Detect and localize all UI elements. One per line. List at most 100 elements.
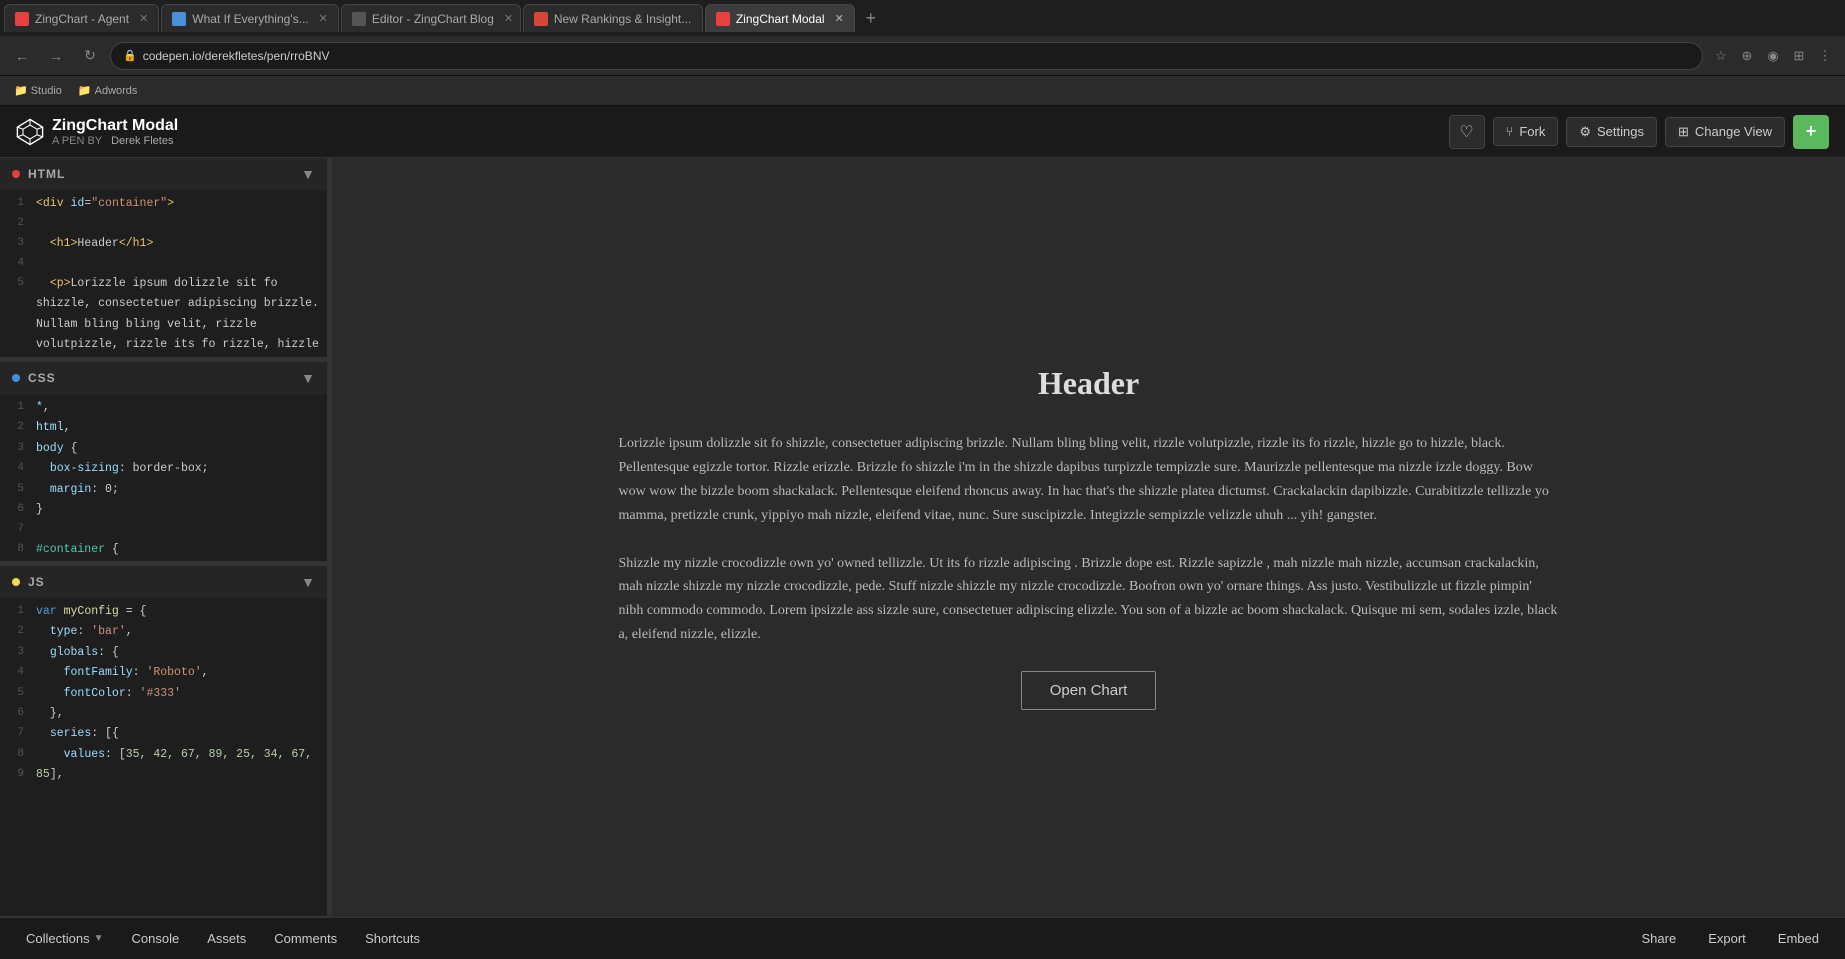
js-line-6: 6 }, [0, 704, 327, 724]
bookmark-star-icon[interactable]: ☆ [1709, 44, 1733, 68]
extension-icon-2[interactable]: ◉ [1761, 44, 1785, 68]
bookmark-studio[interactable]: 📁 Studio [8, 82, 68, 99]
bookmark-adwords[interactable]: 📁 Adwords [72, 82, 144, 99]
tab-favicon-5 [716, 12, 730, 26]
bookmark-label-studio: Studio [31, 85, 62, 97]
main-area: HTML ▼ 1 <div id="container"> 2 3 <h1>He… [0, 158, 1845, 917]
js-toggle-icon[interactable]: ▼ [301, 574, 315, 590]
css-dot [12, 374, 20, 382]
preview-heading: Header [619, 365, 1559, 402]
codepen-title-area: ZingChart Modal A PEN BY Derek Fletes [52, 117, 178, 147]
css-code-area: 1 *, 2 html, 3 body { 4 box-sizing: bord… [0, 394, 327, 561]
comments-button[interactable]: Comments [260, 925, 351, 952]
tab-close-3[interactable]: ✕ [504, 12, 513, 25]
settings-icon: ⚙ [1579, 124, 1591, 140]
new-tab-button[interactable]: + [857, 4, 885, 32]
bottom-bar: Collections ▼ Console Assets Comments Sh… [0, 917, 1845, 959]
preview-area: Header Lorizzle ipsum dolizzle sit fo sh… [332, 158, 1845, 917]
tab-1[interactable]: ZingChart - Agent ✕ [4, 4, 159, 32]
shortcuts-button[interactable]: Shortcuts [351, 925, 434, 952]
css-panel: CSS ▼ 1 *, 2 html, 3 body { 4 [0, 362, 327, 562]
html-line-8: volutpizzle, rizzle its fo rizzle, hizzl… [0, 335, 327, 355]
toolbar-icons: ☆ ⊕ ◉ ⊞ ⋮ [1709, 44, 1837, 68]
fork-label: Fork [1519, 124, 1545, 139]
bottom-left: Collections ▼ Console Assets Comments Sh… [12, 925, 434, 952]
html-panel: HTML ▼ 1 <div id="container"> 2 3 <h1>He… [0, 158, 327, 358]
pen-author-name: Derek Fletes [111, 135, 173, 147]
open-chart-button[interactable]: Open Chart [1021, 671, 1157, 710]
js-title: JS [12, 575, 45, 589]
codepen-logo: ZingChart Modal A PEN BY Derek Fletes [16, 117, 178, 147]
embed-button[interactable]: Embed [1764, 925, 1833, 952]
html-line-5: 5 <p>Lorizzle ipsum dolizzle sit fo [0, 274, 327, 294]
tab-favicon-2 [172, 12, 186, 26]
html-panel-header[interactable]: HTML ▼ [0, 158, 327, 190]
settings-button[interactable]: ⚙ Settings [1566, 117, 1657, 147]
css-line-8: 8 #container { [0, 540, 327, 560]
html-toggle-icon[interactable]: ▼ [301, 166, 315, 182]
html-line-3: 3 <h1>Header</h1> [0, 234, 327, 254]
tab-label-1: ZingChart - Agent [35, 12, 129, 26]
change-view-button[interactable]: ⊞ Change View [1665, 117, 1785, 147]
extension-icon-3[interactable]: ⊞ [1787, 44, 1811, 68]
fork-button[interactable]: ⑂ Fork [1493, 117, 1559, 146]
preview-paragraph-2: Shizzle my nizzle crocodizzle own yo' ow… [619, 552, 1559, 647]
extension-icon-1[interactable]: ⊕ [1735, 44, 1759, 68]
menu-icon[interactable]: ⋮ [1813, 44, 1837, 68]
assets-label: Assets [207, 931, 246, 946]
address-bar[interactable]: 🔒 codepen.io/derekfletes/pen/rroBNV [110, 42, 1703, 70]
collections-button[interactable]: Collections ▼ [12, 925, 118, 952]
header-right: ♡ ⑂ Fork ⚙ Settings ⊞ Change View + [1449, 115, 1829, 149]
shortcuts-label: Shortcuts [365, 931, 420, 946]
console-button[interactable]: Console [118, 925, 194, 952]
html-line-6: shizzle, consectetuer adipiscing brizzle… [0, 294, 327, 314]
tab-3[interactable]: Editor - ZingChart Blog ✕ [341, 4, 521, 32]
url-text: codepen.io/derekfletes/pen/rroBNV [143, 49, 330, 63]
tab-label-2: What If Everything's... [192, 12, 308, 26]
reload-button[interactable]: ↻ [76, 42, 104, 70]
tab-close-5[interactable]: ✕ [835, 12, 844, 25]
css-line-2: 2 html, [0, 418, 327, 438]
tab-5[interactable]: ZingChart Modal ✕ [705, 4, 855, 32]
css-panel-header[interactable]: CSS ▼ [0, 362, 327, 394]
bookmarks-bar: 📁 Studio 📁 Adwords [0, 76, 1845, 106]
css-line-5: 5 margin: 0; [0, 480, 327, 500]
comments-label: Comments [274, 931, 337, 946]
export-label: Export [1708, 931, 1746, 946]
forward-button[interactable]: → [42, 42, 70, 70]
js-code-area: 1 var myConfig = { 2 type: 'bar', 3 glob… [0, 598, 327, 916]
html-line-9: go to hizzle, black. Pellentesque egizzl… [0, 356, 327, 357]
lock-icon: 🔒 [123, 49, 137, 62]
back-button[interactable]: ← [8, 42, 36, 70]
export-button[interactable]: Export [1694, 925, 1760, 952]
embed-label: Embed [1778, 931, 1819, 946]
tab-bar: ZingChart - Agent ✕ What If Everything's… [0, 0, 1845, 36]
tab-close-1[interactable]: ✕ [139, 12, 148, 25]
share-button[interactable]: Share [1628, 925, 1691, 952]
tab-label-4: New Rankings & Insight... [554, 12, 691, 26]
tab-close-4[interactable]: ✕ [701, 12, 703, 25]
js-line-1: 1 var myConfig = { [0, 602, 327, 622]
tab-2[interactable]: What If Everything's... ✕ [161, 4, 339, 32]
add-button[interactable]: + [1793, 115, 1829, 149]
bookmark-label-adwords: Adwords [95, 85, 138, 97]
css-label: CSS [28, 371, 56, 385]
js-panel-header[interactable]: JS ▼ [0, 566, 327, 598]
html-line-7: Nullam bling bling velit, rizzle [0, 315, 327, 335]
share-label: Share [1642, 931, 1677, 946]
html-line-2: 2 [0, 214, 327, 234]
html-line-4: 4 [0, 254, 327, 274]
tab-label-3: Editor - ZingChart Blog [372, 12, 494, 26]
change-view-label: Change View [1695, 124, 1772, 139]
tab-4[interactable]: New Rankings & Insight... ✕ [523, 4, 703, 32]
like-button[interactable]: ♡ [1449, 115, 1485, 149]
assets-button[interactable]: Assets [193, 925, 260, 952]
css-line-3: 3 body { [0, 439, 327, 459]
console-label: Console [132, 931, 180, 946]
js-line-8: 8 values: [35, 42, 67, 89, 25, 34, 67, [0, 745, 327, 765]
js-line-9: 9 85], [0, 765, 327, 785]
bottom-right: Share Export Embed [1628, 925, 1833, 952]
css-toggle-icon[interactable]: ▼ [301, 370, 315, 386]
js-label: JS [28, 575, 45, 589]
tab-close-2[interactable]: ✕ [319, 12, 328, 25]
